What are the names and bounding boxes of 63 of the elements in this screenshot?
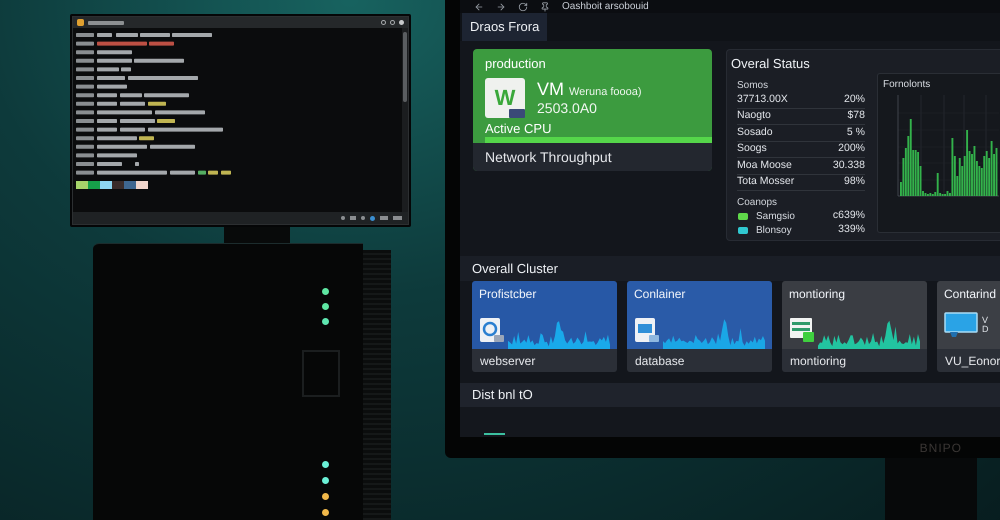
scrollbar-thumb[interactable] bbox=[403, 32, 407, 102]
vm-detail: Weruna foooa) bbox=[569, 84, 642, 100]
row-label: Sosado bbox=[737, 124, 773, 140]
legend-value: 339% bbox=[838, 222, 865, 238]
card-label: webserver bbox=[480, 352, 536, 370]
card-label: database bbox=[635, 352, 684, 370]
chart-title: Fornolonts bbox=[882, 78, 932, 91]
close-icon[interactable] bbox=[399, 20, 404, 25]
vm-value: 2503.0A0 bbox=[537, 100, 598, 118]
forward-icon[interactable] bbox=[496, 2, 506, 12]
row-label: Naogto bbox=[737, 108, 771, 124]
scrollbar[interactable] bbox=[402, 28, 408, 212]
card-title: montioring bbox=[789, 287, 846, 301]
card-title: production bbox=[485, 56, 547, 71]
row-value: 98% bbox=[844, 174, 865, 190]
pin-icon[interactable] bbox=[540, 2, 550, 12]
back-icon[interactable] bbox=[474, 2, 484, 12]
app-icon bbox=[77, 19, 84, 26]
detail-text: D bbox=[982, 325, 988, 334]
tab[interactable]: Draos Frora bbox=[462, 13, 548, 41]
panel-title: Overal Status bbox=[730, 55, 811, 71]
cluster-card[interactable]: Contarind V D VU_Eonor bbox=[937, 281, 1000, 372]
card-title: Conlainer bbox=[634, 287, 686, 301]
row-value: 20% bbox=[844, 92, 865, 107]
legend-label: Blonsoy bbox=[756, 224, 793, 238]
square-logo-icon bbox=[302, 350, 340, 397]
section-title: Overall Cluster bbox=[472, 260, 558, 278]
cluster-card[interactable]: Conlainer database bbox=[627, 281, 772, 372]
document-icon bbox=[634, 317, 660, 343]
status-icon bbox=[341, 216, 345, 220]
row-value: $78 bbox=[847, 108, 865, 124]
cluster-card[interactable]: Profistcber webserver bbox=[472, 281, 617, 372]
legend-value: c639% bbox=[832, 208, 865, 224]
table-header: Somos bbox=[737, 79, 770, 92]
row-value: 30.338 bbox=[832, 158, 865, 173]
row-label: Moa Moose bbox=[737, 158, 792, 173]
card-label: Network Throughput bbox=[485, 148, 612, 167]
card-title: Profistcber bbox=[479, 287, 538, 301]
cluster-card[interactable]: montioring montioring bbox=[782, 281, 927, 372]
status-icon bbox=[361, 216, 365, 220]
card-label: montioring bbox=[790, 352, 846, 370]
row-label: 37713.00X bbox=[737, 92, 788, 107]
row-value: 5 % bbox=[846, 124, 865, 140]
legend-label: Samgsio bbox=[756, 210, 796, 224]
document-icon bbox=[479, 317, 505, 343]
monitor-icon bbox=[944, 312, 978, 338]
card-title: Contarind bbox=[944, 287, 993, 301]
detail-text: V bbox=[982, 316, 988, 325]
section-title: Dist bnl tO bbox=[472, 386, 533, 404]
blurred-title-drawing bbox=[88, 20, 124, 24]
metric-label: Active CPU bbox=[485, 121, 552, 136]
accent-line bbox=[484, 433, 505, 435]
vm-name: VM bbox=[537, 78, 564, 99]
row-label: Soogs bbox=[737, 141, 767, 156]
production-card[interactable]: production W VM Weruna foooa) 2503.0A0 Active CPU Network Throughput bbox=[473, 49, 712, 171]
reload-icon[interactable] bbox=[518, 2, 528, 12]
legend-title: Coanops bbox=[737, 196, 778, 209]
page-title: Oashboit arsobouid bbox=[562, 2, 649, 12]
panel-icon bbox=[789, 317, 815, 343]
row-value: 200% bbox=[838, 141, 865, 156]
card-label: VU_Eonor bbox=[945, 352, 1000, 370]
app-logo: W bbox=[485, 78, 525, 118]
row-label: Tota Mosser bbox=[737, 174, 794, 190]
